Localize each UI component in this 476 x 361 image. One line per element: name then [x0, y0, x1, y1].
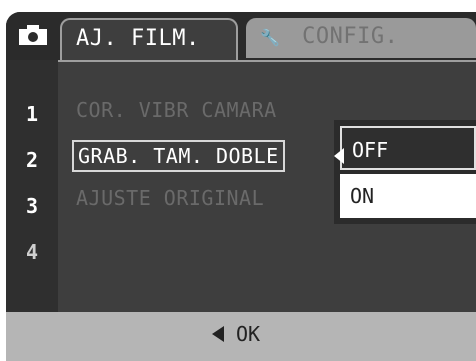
ok-hint[interactable]: OK	[212, 322, 261, 346]
value-dropdown: OFF ON	[334, 120, 476, 224]
footer-bar: OK	[6, 312, 476, 361]
camera-icon	[19, 25, 47, 45]
menu-number-column: 1 2 3 4	[6, 60, 58, 312]
option-off-label: OFF	[352, 138, 389, 162]
menu-item-grab-tam-doble[interactable]: GRAB. TAM. DOBLE	[72, 140, 285, 172]
camera-screen-frame: AJ. FILM. 🔧 CONFIG. 1 2 3 4 COR. VIBR CA…	[0, 0, 476, 361]
option-off[interactable]: OFF	[334, 126, 476, 170]
option-on-label: ON	[350, 184, 375, 208]
option-on[interactable]: ON	[340, 174, 476, 218]
left-arrow-icon	[334, 148, 344, 164]
menu-item-cor-vibr-camara[interactable]: COR. VIBR CAMARA	[76, 98, 277, 122]
tab-bar: AJ. FILM. 🔧 CONFIG.	[6, 12, 476, 60]
menu-item-ajuste-original[interactable]: AJUSTE ORIGINAL	[76, 186, 264, 210]
tab-aj-film-label: AJ. FILM.	[76, 26, 200, 51]
tab-config-label: CONFIG.	[302, 24, 399, 49]
wrench-icon: 🔧	[260, 28, 281, 47]
tab-config[interactable]: 🔧 CONFIG.	[246, 18, 476, 58]
menu-number-3: 3	[25, 194, 39, 218]
menu-number-2: 2	[25, 148, 39, 172]
ok-label: OK	[236, 322, 261, 346]
tab-aj-film[interactable]: AJ. FILM.	[60, 18, 238, 60]
left-arrow-icon	[212, 326, 224, 342]
menu-number-4: 4	[25, 240, 39, 264]
menu-number-1: 1	[25, 102, 39, 126]
menu-screen: AJ. FILM. 🔧 CONFIG. 1 2 3 4 COR. VIBR CA…	[6, 12, 476, 361]
